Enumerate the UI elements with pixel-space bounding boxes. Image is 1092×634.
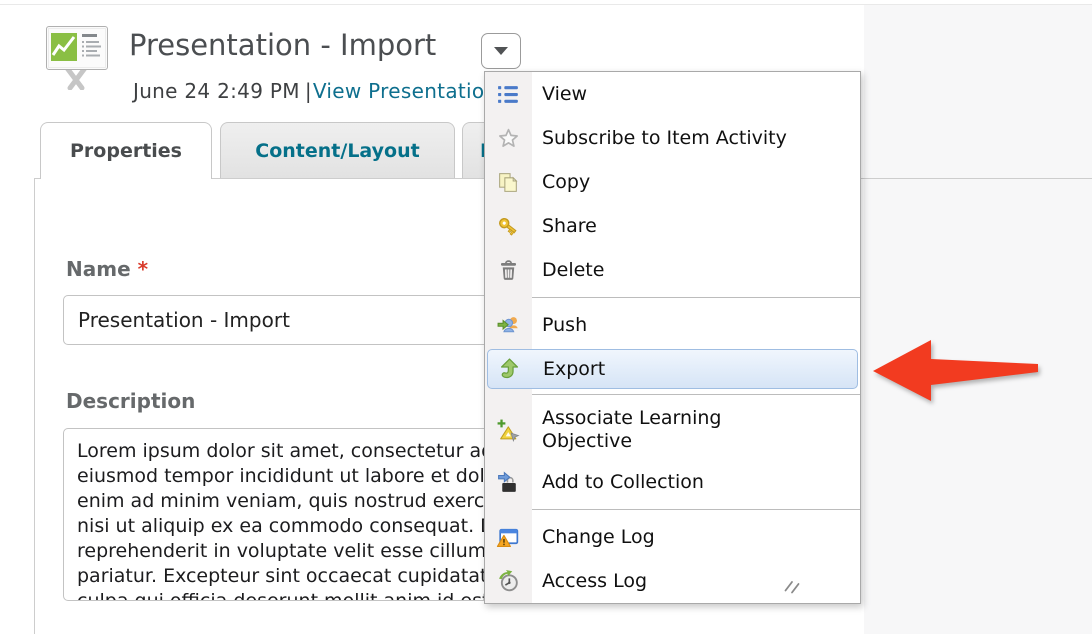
change-log-icon: [496, 525, 521, 550]
menu-separator: [485, 509, 860, 510]
meta-separator: |: [305, 79, 312, 103]
menu-item-label: Copy: [542, 171, 590, 193]
menu-item-label: Add to Collection: [542, 471, 704, 493]
tab-properties[interactable]: Properties: [40, 122, 212, 179]
menu-item-label: Push: [542, 314, 587, 336]
menu-item-subscribe[interactable]: Subscribe to Item Activity: [485, 116, 860, 160]
description-label: Description: [66, 389, 195, 413]
learning-objective-icon: [496, 418, 521, 443]
menu-item-label: Access Log: [542, 570, 647, 592]
menu-separator: [485, 297, 860, 298]
chevron-down-icon: [494, 47, 508, 55]
menu-item-share[interactable]: Share: [485, 204, 860, 248]
name-label: Name*: [66, 257, 148, 281]
trash-icon: [496, 258, 521, 283]
star-icon: [496, 126, 521, 151]
menu-item-label: View: [542, 83, 587, 105]
add-to-collection-icon: [496, 470, 521, 495]
menu-separator: [485, 394, 860, 395]
push-people-icon: [496, 313, 521, 338]
menu-item-associate-learning-objective[interactable]: Associate Learning Objective: [485, 400, 860, 460]
menu-item-change-log[interactable]: Change Log: [485, 515, 860, 559]
required-marker: *: [138, 257, 148, 281]
menu-item-access-log[interactable]: Access Log: [485, 559, 860, 603]
context-menu-toggle-button[interactable]: [481, 33, 521, 69]
menu-item-label: Subscribe to Item Activity: [542, 127, 787, 149]
menu-item-add-to-collection[interactable]: Add to Collection: [485, 460, 860, 504]
menu-item-label: Change Log: [542, 526, 655, 548]
menu-item-export[interactable]: Export: [487, 349, 858, 389]
view-presentation-link[interactable]: View Presentation: [313, 79, 498, 103]
export-arrow-icon: [497, 357, 522, 382]
item-meta: June 24 2:49 PM|View Presentation: [133, 79, 497, 103]
view-list-icon: [496, 82, 521, 107]
timestamp: June 24 2:49 PM: [133, 79, 300, 103]
menu-resize-handle[interactable]: [784, 578, 801, 598]
menu-item-push[interactable]: Push: [485, 303, 860, 347]
menu-item-label: Share: [542, 215, 597, 237]
menu-item-delete[interactable]: Delete: [485, 248, 860, 292]
page-title: Presentation - Import: [129, 28, 436, 62]
tab-content-layout[interactable]: Content/Layout: [220, 122, 455, 178]
access-log-icon: [496, 569, 521, 594]
context-menu: View Subscribe to Item Activity Copy Sha…: [484, 71, 861, 604]
copy-icon: [496, 170, 521, 195]
presentation-easel-icon: [44, 24, 110, 94]
key-icon: [496, 214, 521, 239]
menu-item-copy[interactable]: Copy: [485, 160, 860, 204]
page-background-right: [864, 5, 1092, 634]
tab-label: Properties: [70, 140, 182, 162]
menu-item-view[interactable]: View: [485, 72, 860, 116]
menu-item-label: Delete: [542, 259, 604, 281]
menu-item-label: Associate Learning Objective: [542, 407, 777, 453]
menu-item-label: Export: [543, 358, 605, 380]
tab-label: Content/Layout: [255, 140, 419, 162]
